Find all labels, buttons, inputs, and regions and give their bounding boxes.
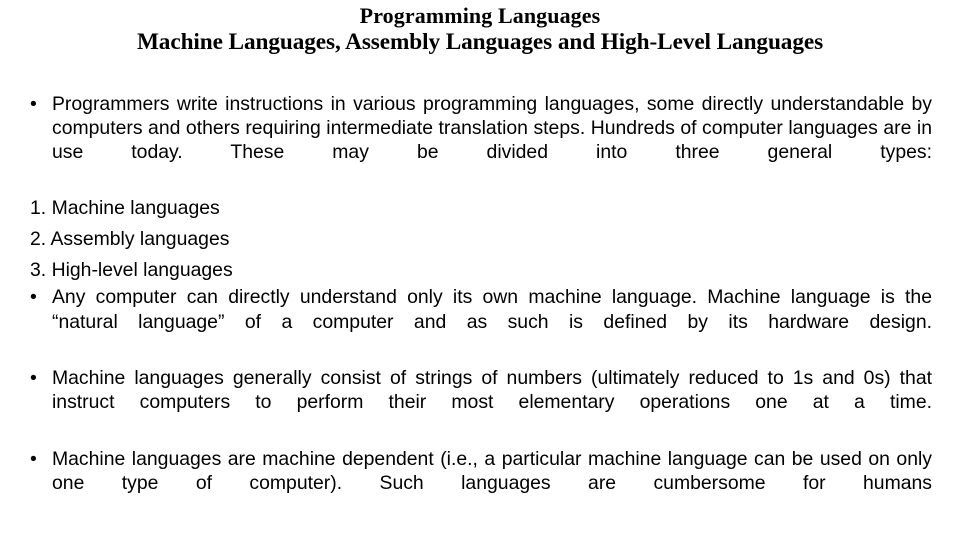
presentation-slide: Programming Languages Machine Languages,…: [0, 0, 960, 540]
numbered-item-1: 1. Machine languages: [22, 196, 932, 220]
bullet-icon: •: [30, 286, 37, 309]
bullet-machine-language-def-text: Any computer can directly understand onl…: [52, 286, 932, 333]
numbered-item-3: 3. High-level languages: [22, 258, 932, 282]
title-line-secondary: Machine Languages, Assembly Languages an…: [136, 28, 824, 55]
bullet-strings-of-numbers: • Machine languages generally consist of…: [22, 366, 932, 439]
title-line-primary: Programming Languages: [359, 3, 601, 28]
numbered-item-1-label: Machine languages: [51, 196, 220, 219]
numbered-item-3-number: 3.: [30, 259, 52, 282]
numbered-item-2-number: 2.: [30, 228, 51, 251]
numbered-item-3-label: High-level languages: [51, 259, 233, 282]
bullet-icon: •: [30, 447, 37, 470]
bullet-intro-text: Programmers write instructions in variou…: [52, 93, 932, 164]
bullet-intro: • Programmers write instructions in vari…: [22, 92, 932, 189]
numbered-item-2-label: Assembly languages: [50, 228, 230, 251]
numbered-item-2: 2. Assembly languages: [22, 227, 932, 251]
slide-body: • Programmers write instructions in vari…: [22, 92, 932, 519]
bullet-machine-dependent-text: Machine languages are machine dependent …: [52, 447, 932, 494]
bullet-machine-dependent: • Machine languages are machine dependen…: [22, 447, 932, 520]
numbered-item-1-number: 1.: [30, 196, 52, 219]
bullet-strings-of-numbers-text: Machine languages generally consist of s…: [52, 367, 932, 414]
bullet-machine-language-def: • Any computer can directly understand o…: [22, 285, 932, 358]
bullet-icon: •: [30, 367, 37, 390]
slide-title: Programming Languages Machine Languages,…: [0, 3, 960, 55]
bullet-icon: •: [30, 93, 37, 115]
